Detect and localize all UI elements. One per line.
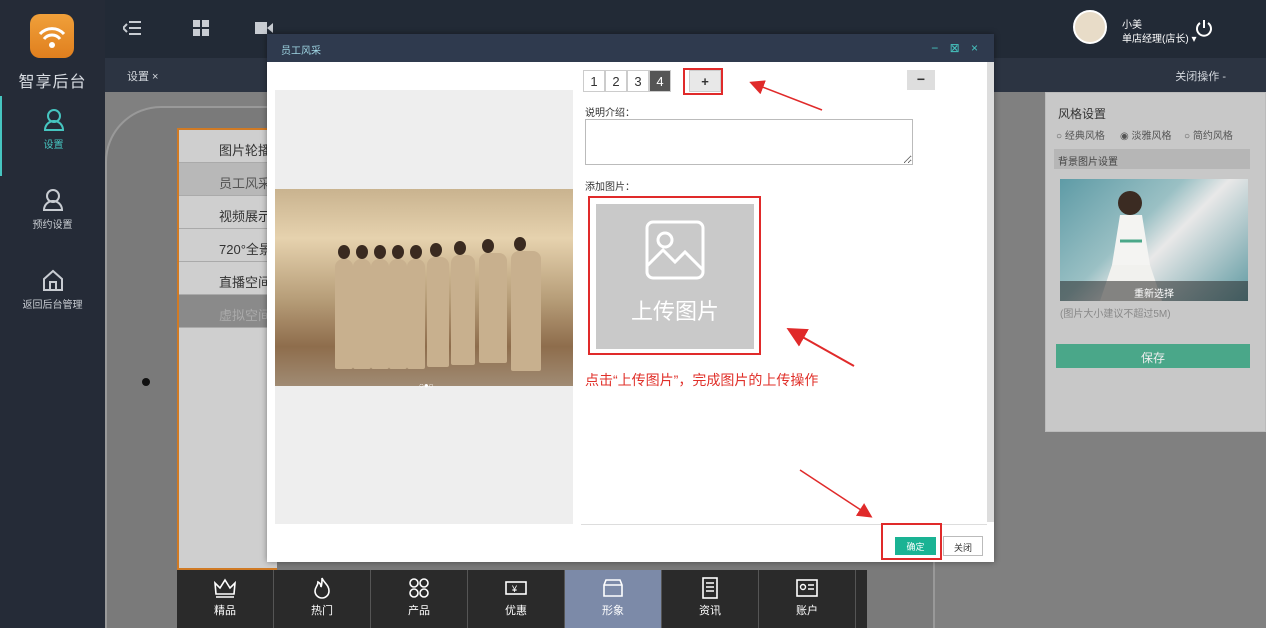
app-root: 智享后台 设置 预约设置 返回后台管理 小美 单店经理(店长) ▾ 设置 × 关…: [0, 0, 1266, 628]
annotation-arrows: [749, 80, 873, 518]
